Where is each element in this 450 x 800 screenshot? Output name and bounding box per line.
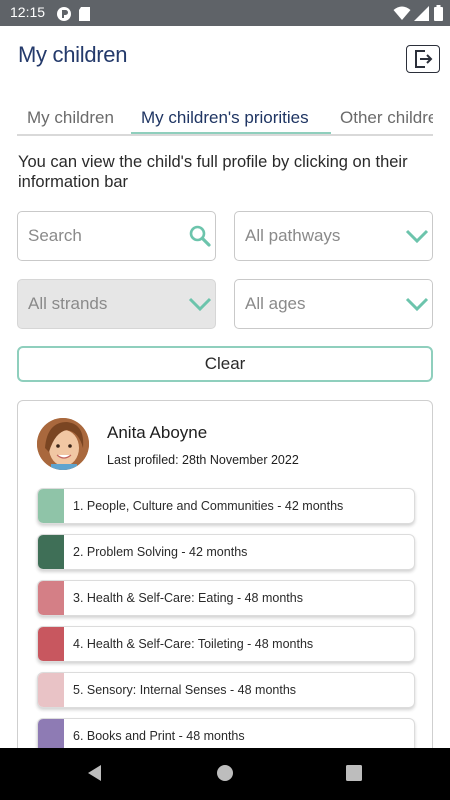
priority-color-swatch: [38, 673, 64, 707]
priority-item[interactable]: 3. Health & Self-Care: Eating - 48 month…: [37, 580, 415, 616]
child-card[interactable]: Anita Aboyne Last profiled: 28th Novembe…: [17, 400, 433, 780]
app-bar: My children: [0, 26, 450, 90]
recents-icon[interactable]: [346, 764, 362, 786]
intro-text: You can view the child's full profile by…: [18, 153, 408, 191]
priority-label: 4. Health & Self-Care: Toileting - 48 mo…: [73, 637, 314, 651]
priority-label: 5. Sensory: Internal Senses - 48 months: [73, 683, 297, 697]
strands-value: All strands: [28, 294, 108, 313]
child-name: Anita Aboyne: [107, 423, 208, 442]
priority-color-swatch: [38, 535, 64, 569]
sd-card-icon: [78, 6, 92, 26]
page-title: My children: [18, 42, 128, 67]
priority-color-swatch: [38, 581, 64, 615]
last-profiled-text: Last profiled: 28th November 2022: [107, 453, 299, 467]
battery-icon: [434, 5, 443, 25]
chevron-down-icon: [188, 296, 212, 316]
priority-item[interactable]: 2. Problem Solving - 42 months: [37, 534, 415, 570]
pathways-value: All pathways: [245, 226, 341, 245]
logout-icon: [414, 50, 434, 72]
priority-item[interactable]: 1. People, Culture and Communities - 42 …: [37, 488, 415, 524]
tab-my-children[interactable]: My children: [27, 108, 114, 128]
home-icon[interactable]: [216, 764, 234, 786]
priority-label: 2. Problem Solving - 42 months: [73, 545, 248, 559]
wifi-icon: [393, 6, 411, 25]
status-time: 12:15: [10, 4, 46, 20]
signal-icon: [414, 6, 429, 25]
app-notification-icon: [56, 6, 72, 26]
pathways-select[interactable]: All pathways: [234, 211, 433, 261]
tab-bar: My children My children's priorities Oth…: [17, 104, 433, 136]
search-icon[interactable]: [188, 224, 212, 252]
priority-color-swatch: [38, 627, 64, 661]
priority-label: 1. People, Culture and Communities - 42 …: [73, 499, 344, 513]
back-icon[interactable]: [86, 764, 104, 786]
strands-select[interactable]: All strands: [17, 279, 216, 329]
priority-label: 6. Books and Print - 48 months: [73, 729, 245, 743]
tab-my-childrens-priorities[interactable]: My children's priorities: [141, 108, 309, 128]
ages-select[interactable]: All ages: [234, 279, 433, 329]
avatar: [37, 418, 89, 470]
search-placeholder: Search: [28, 226, 82, 245]
search-input[interactable]: Search: [17, 211, 216, 261]
priority-item[interactable]: 5. Sensory: Internal Senses - 48 months: [37, 672, 415, 708]
chevron-down-icon: [405, 296, 429, 316]
priority-item[interactable]: 4. Health & Self-Care: Toileting - 48 mo…: [37, 626, 415, 662]
logout-button[interactable]: [406, 45, 440, 73]
tab-other-children[interactable]: Other children: [340, 108, 433, 128]
active-tab-indicator: [131, 132, 331, 134]
chevron-down-icon: [405, 228, 429, 248]
status-bar: 12:15: [0, 0, 450, 26]
clear-button[interactable]: Clear: [17, 346, 433, 382]
priority-color-swatch: [38, 489, 64, 523]
priority-label: 3. Health & Self-Care: Eating - 48 month…: [73, 591, 303, 605]
ages-value: All ages: [245, 294, 306, 313]
system-nav-bar: [0, 748, 450, 800]
